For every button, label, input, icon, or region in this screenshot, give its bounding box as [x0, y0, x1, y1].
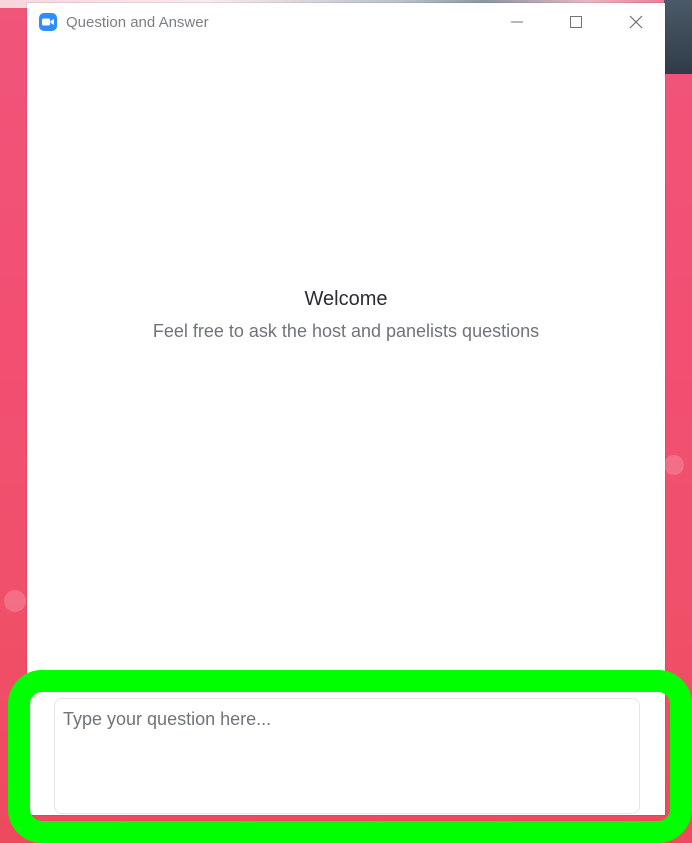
qa-window: Question and Answer Welcome Feel free to… — [27, 3, 665, 815]
maximize-button[interactable] — [553, 3, 599, 41]
window-title: Question and Answer — [66, 14, 209, 31]
close-icon — [629, 15, 643, 29]
question-input[interactable] — [55, 699, 639, 813]
maximize-icon — [570, 16, 582, 28]
minimize-icon — [511, 21, 523, 23]
background-bokeh — [672, 730, 688, 746]
background-bokeh — [4, 590, 26, 612]
desktop-background-corner — [664, 0, 692, 74]
zoom-camera-icon — [39, 13, 57, 31]
close-button[interactable] — [613, 3, 659, 41]
question-input-box[interactable] — [54, 698, 640, 814]
welcome-subtitle: Feel free to ask the host and panelists … — [152, 321, 540, 341]
welcome-heading: Welcome — [304, 288, 388, 310]
background-bokeh — [664, 455, 684, 475]
title-bar[interactable]: Question and Answer — [27, 3, 665, 41]
minimize-button[interactable] — [494, 3, 540, 41]
